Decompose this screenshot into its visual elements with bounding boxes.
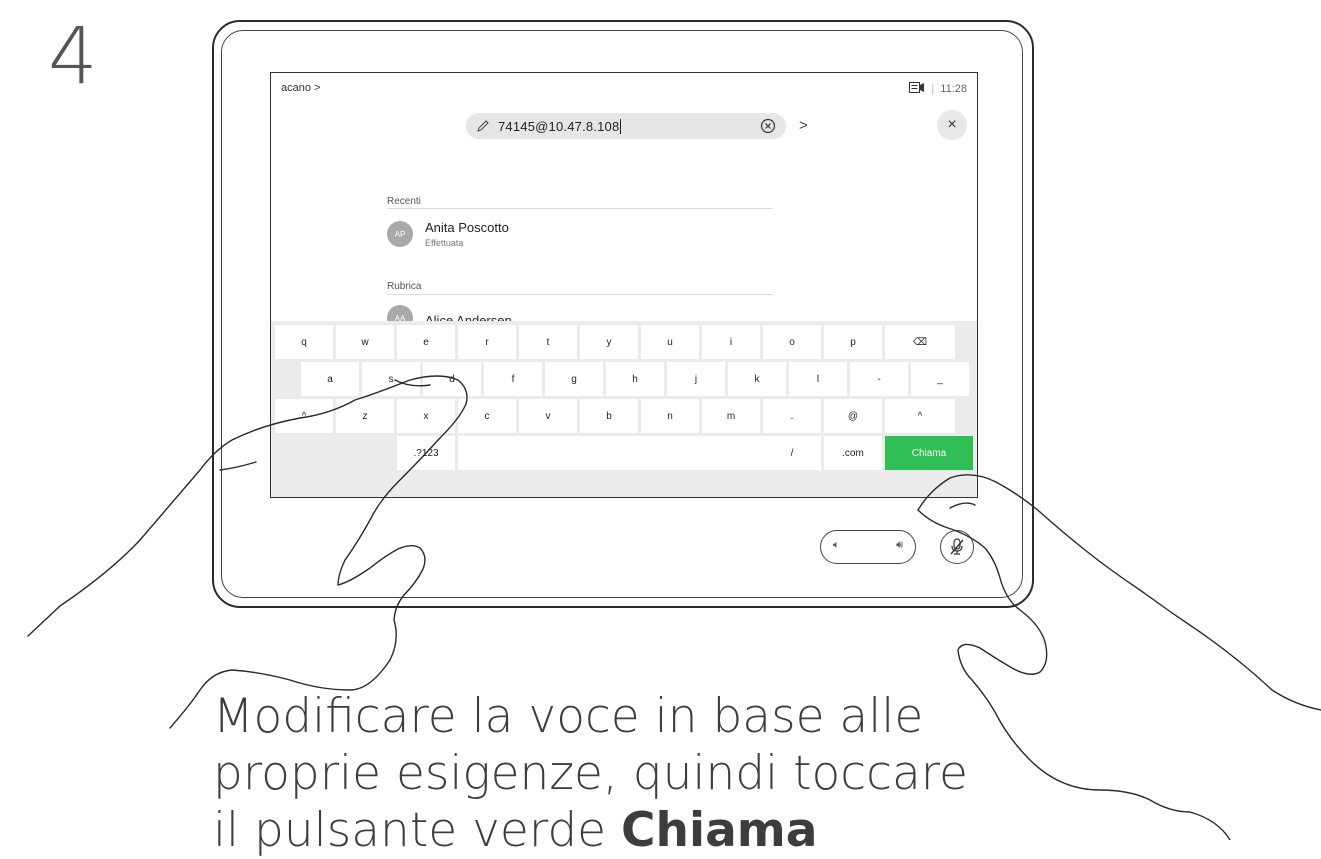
key-f[interactable]: f	[484, 362, 542, 396]
key-y[interactable]: y	[580, 325, 638, 359]
key-hyphen[interactable]: -	[850, 362, 908, 396]
key-b[interactable]: b	[580, 399, 638, 433]
key-at[interactable]: @	[824, 399, 882, 433]
key-j[interactable]: j	[667, 362, 725, 396]
instruction-caption: Modificare la voce in base alle proprie …	[213, 688, 1213, 859]
step-number: 4	[48, 12, 98, 102]
key-w[interactable]: w	[336, 325, 394, 359]
call-button[interactable]: Chiama	[885, 436, 973, 470]
text-cursor	[620, 118, 622, 134]
symbols-key[interactable]: .?123	[397, 436, 455, 470]
breadcrumb[interactable]: acano >	[281, 82, 320, 94]
key-q[interactable]: q	[275, 325, 333, 359]
contact-call-status: Effettuata	[425, 238, 464, 248]
status-bar: | 11:28	[909, 82, 967, 96]
directory-section-label: Rubrica	[387, 281, 422, 292]
key-a[interactable]: a	[301, 362, 359, 396]
contact-name[interactable]: Anita Poscotto	[425, 220, 509, 235]
on-screen-keyboard: q w e r t y u i o p ⌫ a s d f g h j k l - _ ^ z x c v b n m. @ ^ .?123/.…	[271, 321, 977, 497]
dial-input[interactable]: 74145@10.47.8.108	[466, 113, 786, 139]
key-t[interactable]: t	[519, 325, 577, 359]
clock: 11:28	[940, 83, 967, 95]
avatar: AP	[387, 221, 413, 247]
key-o[interactable]: o	[763, 325, 821, 359]
key-u[interactable]: u	[641, 325, 699, 359]
key-l[interactable]: l	[789, 362, 847, 396]
key-period[interactable]: .	[763, 399, 821, 433]
dotcom-key[interactable]: .com	[824, 436, 882, 470]
key-underscore[interactable]: _	[911, 362, 969, 396]
pencil-icon	[477, 120, 489, 132]
key-h[interactable]: h	[606, 362, 664, 396]
key-s[interactable]: s	[362, 362, 420, 396]
key-m[interactable]: m	[702, 399, 760, 433]
volume-down-icon[interactable]: 🔈︎	[833, 539, 840, 552]
section-divider	[387, 208, 773, 209]
key-k[interactable]: k	[728, 362, 786, 396]
close-button[interactable]: ×	[937, 110, 967, 140]
backspace-key[interactable]: ⌫	[885, 325, 955, 359]
key-g[interactable]: g	[545, 362, 603, 396]
mute-button[interactable]	[940, 530, 974, 564]
key-r[interactable]: r	[458, 325, 516, 359]
touch-screen: acano > | 11:28 74145@10.47.8.108 > × Re…	[270, 72, 978, 498]
caption-line-2: proprie esigenze, quindi toccare	[213, 746, 968, 801]
go-arrow-button[interactable]: >	[799, 117, 808, 134]
volume-up-icon[interactable]: 🔊︎	[896, 539, 903, 552]
key-n[interactable]: n	[641, 399, 699, 433]
caption-line-3-text: il pulsante verde	[213, 803, 622, 858]
dial-input-value: 74145@10.47.8.108	[498, 118, 620, 134]
shift-right-key[interactable]: ^	[885, 399, 955, 433]
caption-line-1: Modificare la voce in base alle	[213, 689, 924, 744]
caption-call-word: Chiama	[621, 803, 818, 858]
key-slash[interactable]: /	[763, 436, 821, 470]
key-e[interactable]: e	[397, 325, 455, 359]
key-v[interactable]: v	[519, 399, 577, 433]
microphone-mute-icon	[950, 538, 964, 555]
shift-left-key[interactable]: ^	[275, 399, 333, 433]
section-divider	[387, 294, 773, 295]
key-p[interactable]: p	[824, 325, 882, 359]
status-separator: |	[931, 83, 935, 95]
key-z[interactable]: z	[336, 399, 394, 433]
key-d[interactable]: d	[423, 362, 481, 396]
camera-icon	[909, 82, 925, 96]
key-i[interactable]: i	[702, 325, 760, 359]
space-key[interactable]	[458, 436, 785, 470]
clear-icon[interactable]	[760, 118, 776, 134]
caption-line-3: il pulsante verde Chiama	[213, 802, 1213, 859]
volume-control[interactable]: 🔈︎ 🔊︎	[820, 530, 916, 564]
key-c[interactable]: c	[458, 399, 516, 433]
key-x[interactable]: x	[397, 399, 455, 433]
recent-section-label: Recenti	[387, 196, 421, 207]
